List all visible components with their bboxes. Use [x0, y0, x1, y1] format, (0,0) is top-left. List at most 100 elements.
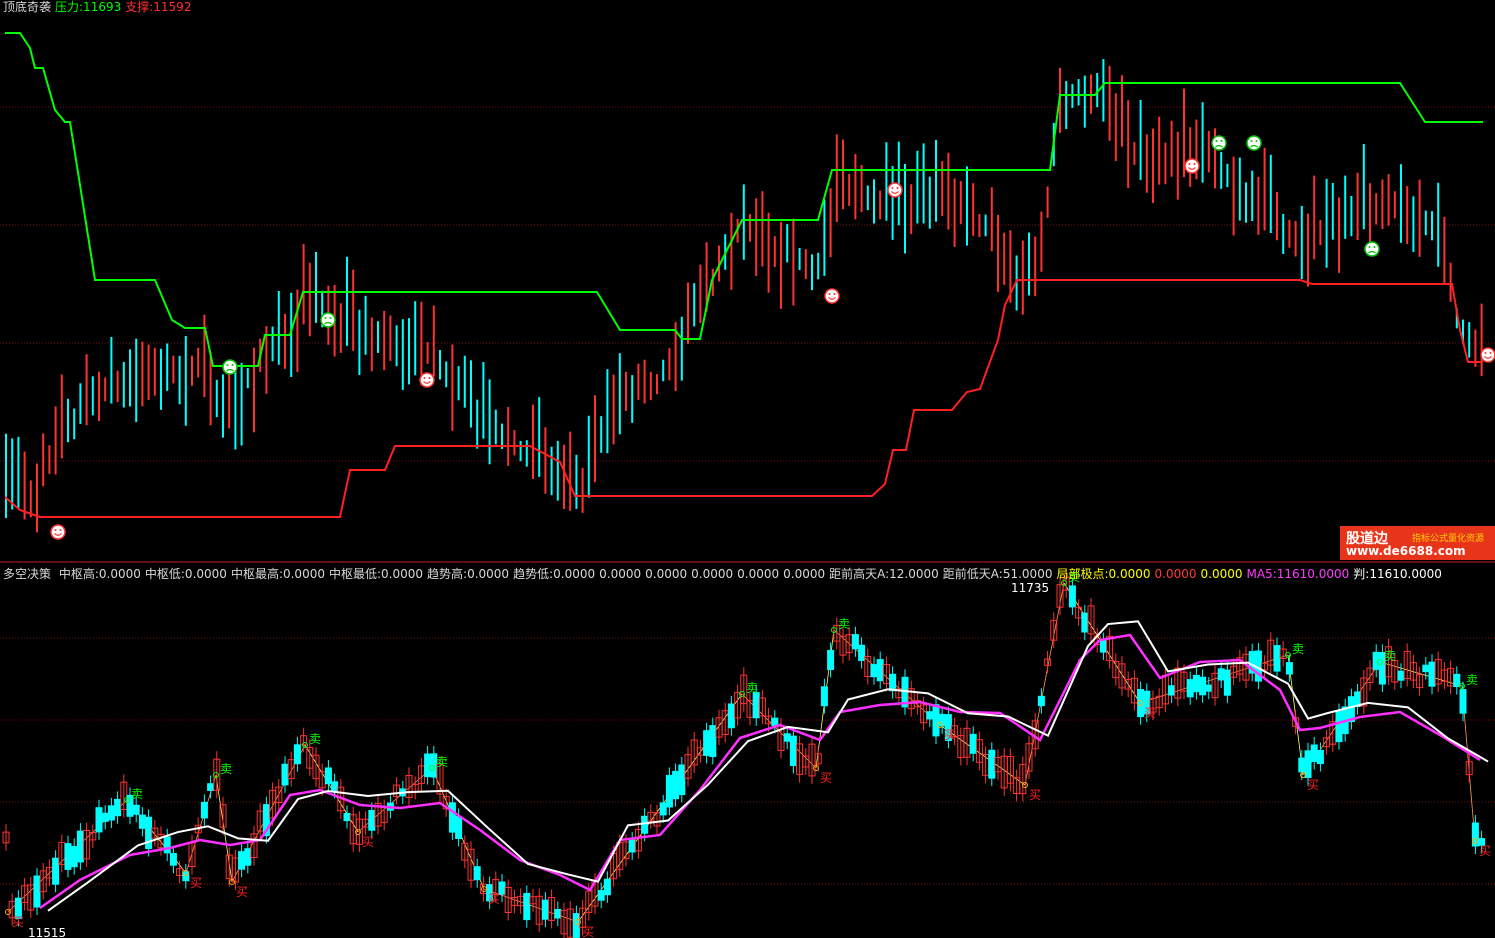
buy-marker: 买 — [1144, 706, 1156, 720]
bottom-indicator-header: 多空决策 中枢高:0.0000 中枢低:0.0000 中枢最高:0.0000 中枢最低… — [3, 567, 1450, 581]
bottom-candle — [789, 735, 797, 767]
indicator-field: 0.0000 — [645, 567, 688, 581]
bottom-candle — [727, 703, 735, 729]
smiley-eye — [324, 317, 327, 319]
indicator-field: 局部极点:0.0000 — [1056, 567, 1151, 581]
bottom-candle — [1335, 711, 1343, 743]
smiley-eye — [891, 187, 894, 189]
smiley-up-icon — [50, 524, 66, 540]
indicator-fields: 中枢高:0.0000 中枢低:0.0000 中枢最高:0.0000 中枢最低:0.00… — [59, 567, 1446, 581]
bottom-candle — [1316, 749, 1324, 765]
bottom-candle — [76, 830, 84, 863]
bottom-candle — [1304, 750, 1312, 778]
bottom-candle — [1397, 670, 1405, 681]
bottom-candle — [145, 816, 153, 849]
smiley-up-icon — [824, 288, 840, 304]
smiley-eye — [1250, 140, 1253, 142]
bottom-candle — [672, 770, 680, 800]
bottom-candle — [424, 753, 432, 778]
smiley-up-icon — [419, 372, 435, 388]
bottom-candle — [926, 711, 934, 720]
bottom-candle — [343, 813, 351, 822]
buy-marker: 买 — [582, 925, 594, 938]
bottom-candle — [703, 730, 711, 756]
bottom-candle — [324, 767, 332, 785]
bottom-candle — [207, 783, 215, 792]
bottom-candle — [1223, 669, 1231, 696]
smiley-down-icon — [222, 359, 238, 375]
buy-sell-markers: 买卖买卖买卖买卖买买卖买卖买买卖买卖买卖卖买 — [5, 570, 1491, 938]
bottom-candle — [870, 664, 878, 678]
bottom-candle — [138, 814, 146, 829]
bottom-candle — [678, 764, 686, 796]
buy-marker: 买 — [820, 771, 832, 785]
sell-marker: 卖 — [1466, 673, 1478, 687]
indicator-field: 中枢最高:0.0000 — [230, 567, 325, 581]
smiley-up-icon — [1184, 158, 1200, 174]
indicator-field: 中枢最低:0.0000 — [328, 567, 424, 581]
bottom-candle — [95, 807, 103, 833]
sell-marker: 卖 — [220, 762, 232, 776]
smiley-down-icon — [320, 312, 336, 328]
top-indicator-name: 顶底奇袭 — [3, 0, 52, 14]
buy-marker: 买 — [236, 885, 248, 899]
bottom-candle — [169, 853, 177, 866]
smiley-down-icon — [1211, 135, 1227, 151]
bottom-candle — [1285, 662, 1293, 675]
bottom-candle — [1205, 684, 1213, 692]
bottom-candle — [101, 812, 109, 822]
bottom-candle — [628, 839, 636, 853]
indicator-field: 0.0000 — [691, 567, 734, 581]
bottom-candle — [771, 717, 779, 726]
bottom-candle — [368, 810, 376, 831]
watermark-tagline: 指标公式量化资源 — [1412, 534, 1485, 544]
buy-marker: 买 — [362, 835, 374, 849]
bottom-candle — [1310, 744, 1318, 762]
bottom-candle — [244, 848, 252, 866]
bottom-candle — [876, 659, 884, 682]
bottom-candle — [889, 673, 897, 692]
bottom-candle — [709, 725, 717, 758]
sell-marker: 卖 — [131, 787, 143, 801]
bottom-candle — [1422, 664, 1430, 673]
bottom-candle — [132, 804, 140, 815]
bottom-candle — [52, 857, 60, 885]
bottom-candle — [851, 634, 859, 650]
indicator-field: 0.0000 — [599, 567, 642, 581]
smiley-eye — [1188, 163, 1191, 165]
bottom-candle — [827, 649, 835, 671]
smiley-markers — [50, 135, 1495, 540]
bottom-candle — [448, 802, 456, 833]
sell-marker: 卖 — [838, 617, 850, 631]
smiley-down-icon — [1246, 135, 1262, 151]
pressure-value: 压力:11693 — [55, 0, 122, 14]
smiley-eye — [226, 364, 229, 366]
zigzag-lines — [7, 582, 1476, 923]
chart-canvas: 买卖买卖买卖买卖买买卖买卖买买卖买卖买卖卖买 11735 11515 — [0, 32, 1495, 938]
bottom-candle — [1459, 689, 1467, 714]
high-price-label: 11735 — [1011, 581, 1049, 595]
smiley-eye — [428, 377, 431, 379]
ma5-line — [39, 633, 1481, 910]
bottom-candle — [1168, 685, 1176, 696]
sell-marker: 卖 — [436, 755, 448, 769]
indicator-field: 趋势低:0.0000 — [513, 567, 596, 581]
indicator-field: 判:11610.0000 — [1353, 567, 1442, 581]
indicator-field: 中枢低:0.0000 — [144, 567, 227, 581]
bottom-candle — [665, 774, 673, 808]
smiley-eye — [231, 364, 234, 366]
bottom-candles — [2, 569, 1486, 938]
bottom-candle — [988, 749, 996, 779]
bottom-candle — [603, 878, 611, 896]
bottom-candle — [1068, 585, 1076, 608]
bottom-candle — [783, 733, 791, 742]
bottom-candle — [238, 851, 246, 870]
bottom-candle — [554, 909, 562, 919]
buy-marker: 买 — [944, 728, 956, 742]
bottom-candle — [932, 704, 940, 737]
bottom-candle — [1298, 757, 1306, 773]
bottom-candle — [1428, 661, 1436, 687]
bottom-candle — [752, 692, 760, 719]
sell-marker: 卖 — [746, 681, 758, 695]
indicator-field: 0.0000 — [1200, 567, 1243, 581]
